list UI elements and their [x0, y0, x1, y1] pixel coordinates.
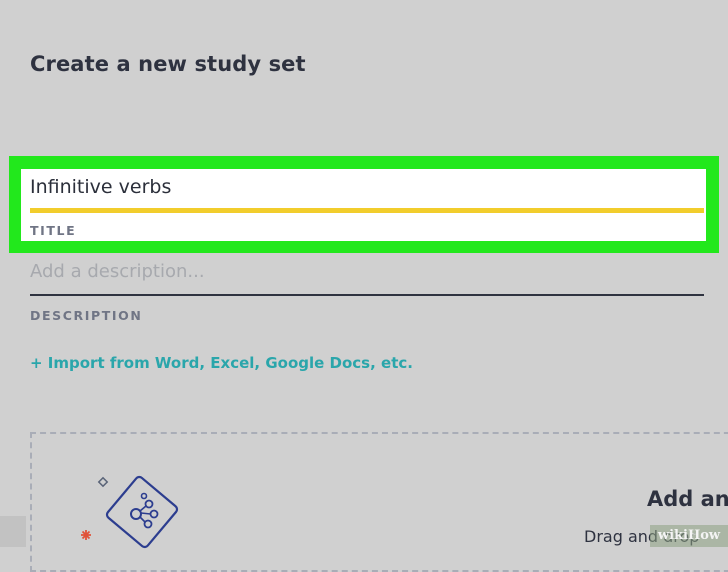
- dropzone-illustration: [81, 475, 179, 549]
- diamond-icon: [97, 476, 109, 488]
- title-label: TITLE: [30, 223, 77, 238]
- title-input[interactable]: [30, 173, 704, 201]
- diagram-card-icon: [105, 475, 179, 549]
- watermark-logo: wikiHow: [650, 525, 728, 547]
- description-input[interactable]: [30, 257, 704, 285]
- title-underline: [30, 208, 704, 213]
- scrollbar-track[interactable]: [0, 516, 26, 547]
- import-link[interactable]: + Import from Word, Excel, Google Docs, …: [30, 354, 413, 372]
- asterisk-icon: [81, 530, 91, 540]
- description-underline: [30, 294, 704, 296]
- description-label: DESCRIPTION: [30, 308, 143, 323]
- dropzone-heading: Add and: [647, 487, 728, 511]
- page-title: Create a new study set: [30, 52, 306, 76]
